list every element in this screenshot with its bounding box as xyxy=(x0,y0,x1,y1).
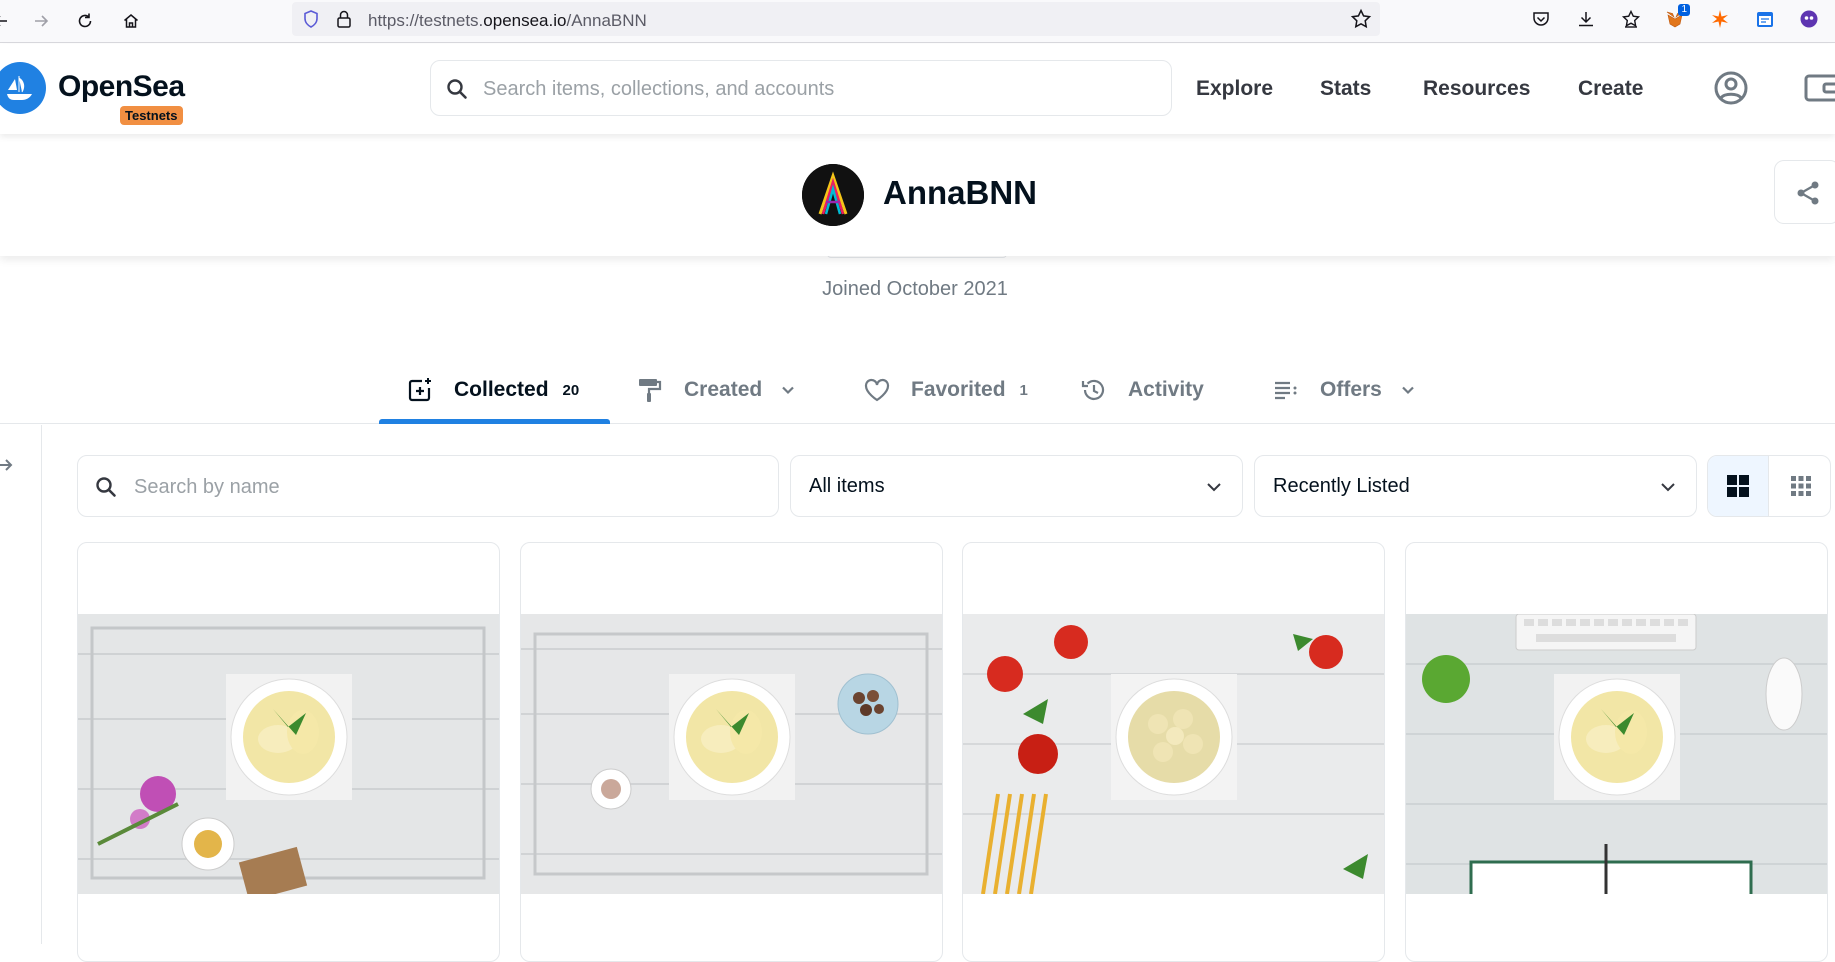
avatar[interactable] xyxy=(802,164,864,226)
profile-sticky-bar: AnnaBNN xyxy=(0,134,1835,256)
tracking-shield-icon[interactable] xyxy=(301,9,321,29)
small-grid-button[interactable] xyxy=(1770,456,1830,516)
boat-icon xyxy=(7,76,32,100)
reload-button[interactable] xyxy=(70,6,100,36)
heart-icon xyxy=(864,378,890,402)
star-list-icon xyxy=(1621,9,1641,28)
items-filter-value: All items xyxy=(809,475,885,497)
items-filter-select[interactable]: All items xyxy=(790,455,1243,517)
nft-image[interactable] xyxy=(963,614,1384,894)
tab-favorited-label: Favorited xyxy=(911,378,1006,401)
nav-explore[interactable]: Explore xyxy=(1196,77,1273,101)
home-button[interactable] xyxy=(116,6,146,36)
chevron-down-icon xyxy=(782,386,794,395)
joined-date: Joined October 2021 xyxy=(822,278,1008,300)
share-button[interactable] xyxy=(1774,160,1835,224)
nft-card[interactable] xyxy=(77,542,500,962)
wallet-icon[interactable] xyxy=(1802,68,1835,108)
profile-name: AnnaBNN xyxy=(883,174,1037,211)
global-search[interactable] xyxy=(430,60,1172,116)
pocket-icon xyxy=(1533,12,1549,26)
calendar-icon xyxy=(1757,12,1773,27)
list-icon xyxy=(1275,381,1297,400)
tab-collected-count: 20 xyxy=(562,381,580,399)
tab-collected[interactable]: Collected 20 xyxy=(406,370,579,410)
url-path: /AnnaBNN xyxy=(566,11,647,30)
arrow-right-icon[interactable] xyxy=(0,455,16,475)
forward-button[interactable] xyxy=(26,6,56,36)
nav-create[interactable]: Create xyxy=(1578,77,1643,101)
profile-tabs: Collected 20 Created Favorited 1 Activit… xyxy=(0,360,1835,424)
reload-icon xyxy=(78,13,92,28)
nav-stats[interactable]: Stats xyxy=(1320,77,1371,101)
back-arrow-icon xyxy=(0,16,7,26)
nft-card[interactable] xyxy=(1405,542,1828,962)
extension-badge: 1 xyxy=(1678,4,1690,16)
metamask-extension[interactable]: 1 xyxy=(1662,4,1690,32)
testnets-badge: Testnets xyxy=(120,106,183,125)
search-by-name[interactable] xyxy=(77,455,779,517)
opensea-logo[interactable] xyxy=(0,62,46,114)
tab-collected-label: Collected xyxy=(454,378,549,401)
url-text[interactable]: https://testnets.opensea.io/AnnaBNN xyxy=(368,11,647,31)
site-header: OpenSea Testnets Explore Stats Resources… xyxy=(0,44,1835,134)
large-grid-icon xyxy=(1727,475,1749,497)
nft-card[interactable] xyxy=(520,542,943,962)
bookmarks-menu-button[interactable] xyxy=(1618,6,1644,32)
forward-arrow-icon xyxy=(35,15,49,27)
tab-offers-label: Offers xyxy=(1320,378,1382,401)
home-icon xyxy=(124,14,138,28)
tab-activity-label: Activity xyxy=(1128,378,1204,401)
search-icon xyxy=(96,477,116,497)
sort-select[interactable]: Recently Listed xyxy=(1254,455,1697,517)
sparkle-icon xyxy=(1712,10,1728,28)
browser-toolbar: https://testnets.opensea.io/AnnaBNN 1 xyxy=(0,0,1835,43)
global-search-input[interactable] xyxy=(483,75,1143,103)
back-button[interactable] xyxy=(0,6,16,36)
logo-text[interactable]: OpenSea xyxy=(58,70,185,104)
lock-icon[interactable] xyxy=(335,9,353,29)
collected-icon xyxy=(408,378,431,402)
paint-roller-icon xyxy=(639,379,662,402)
tab-favorited[interactable]: Favorited 1 xyxy=(863,370,1028,410)
grid-size-toggle xyxy=(1707,455,1831,517)
nft-image[interactable] xyxy=(521,614,942,894)
account-icon[interactable] xyxy=(1711,68,1751,108)
pocket-button[interactable] xyxy=(1528,6,1554,32)
tab-created-label: Created xyxy=(684,378,763,401)
face-icon xyxy=(1800,10,1818,28)
search-by-name-input[interactable] xyxy=(134,473,754,501)
nft-card[interactable] xyxy=(962,542,1385,962)
history-icon xyxy=(1081,379,1105,400)
profile-extension[interactable] xyxy=(1796,6,1822,32)
downloads-button[interactable] xyxy=(1573,6,1599,32)
sort-value: Recently Listed xyxy=(1273,475,1410,497)
nft-image[interactable] xyxy=(78,614,499,894)
bookmark-star-icon[interactable] xyxy=(1350,8,1372,30)
search-icon xyxy=(447,79,467,99)
url-prefix: https://testnets. xyxy=(368,11,484,30)
small-grid-icon xyxy=(1790,476,1811,496)
nft-image[interactable] xyxy=(1406,614,1827,894)
chevron-down-icon xyxy=(1402,386,1414,395)
chevron-down-icon xyxy=(1207,483,1221,492)
active-tab-indicator xyxy=(379,419,610,424)
address-bar[interactable]: https://testnets.opensea.io/AnnaBNN xyxy=(292,2,1380,36)
tab-created[interactable]: Created xyxy=(636,370,798,410)
chevron-down-icon xyxy=(1661,483,1675,492)
calendar-extension[interactable] xyxy=(1752,6,1778,32)
share-icon xyxy=(1797,181,1819,205)
tab-activity[interactable]: Activity xyxy=(1080,370,1204,410)
url-host: opensea.io xyxy=(483,11,567,30)
avatar-image xyxy=(802,164,864,226)
spark-extension[interactable] xyxy=(1707,6,1733,32)
large-grid-button[interactable] xyxy=(1708,456,1769,516)
download-icon xyxy=(1579,12,1593,27)
filter-sidebar-collapsed[interactable] xyxy=(0,425,42,944)
tab-offers[interactable]: Offers xyxy=(1272,370,1418,410)
nav-resources[interactable]: Resources xyxy=(1423,77,1530,101)
tab-favorited-count: 1 xyxy=(1019,381,1028,399)
